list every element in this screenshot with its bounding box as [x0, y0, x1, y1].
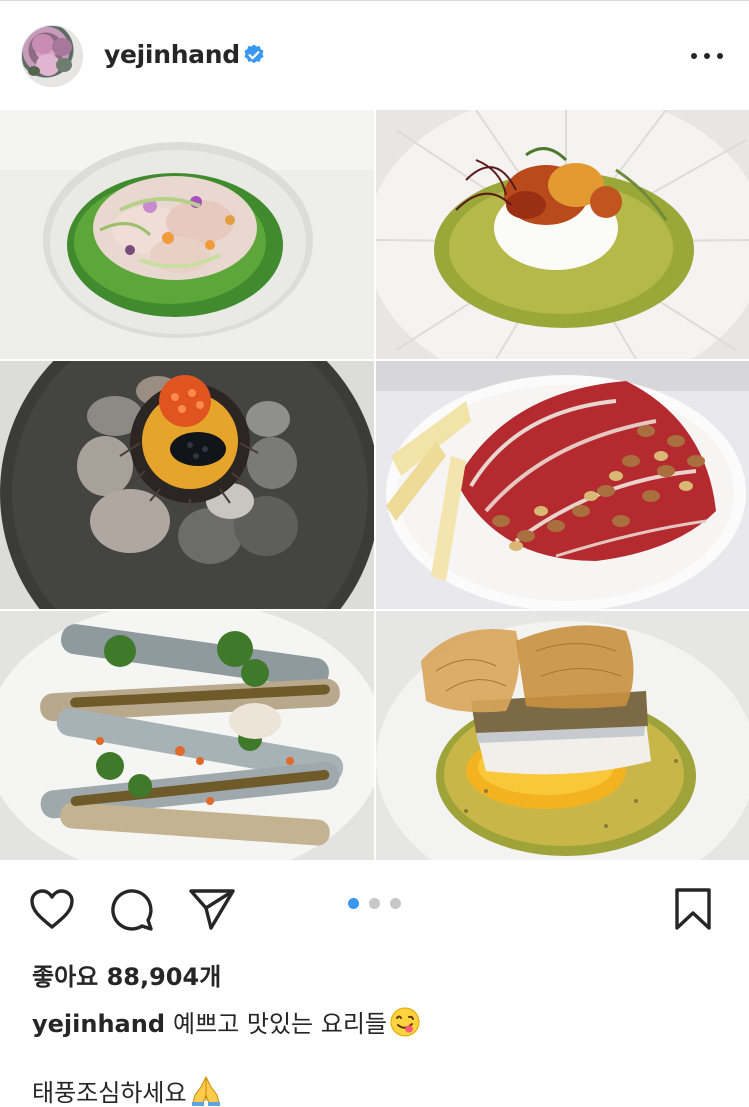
share-icon[interactable]: [188, 887, 236, 935]
caption-line-2-text: 태풍조심하세요: [32, 1079, 187, 1107]
top-divider: [0, 0, 749, 1]
food-image-razor-clams: [0, 611, 374, 860]
food-image-urchin-burrata: [376, 110, 749, 359]
folded-hands-emoji-icon: [189, 1073, 223, 1107]
face-savoring-food-emoji-icon: [389, 1006, 421, 1044]
food-image-fish-crispy: [376, 611, 749, 860]
post-caption: yejinhand 예쁘고 맛있는 요리들: [32, 1004, 421, 1044]
like-count[interactable]: 좋아요 88,904개: [32, 957, 221, 992]
caption-line-2: 태풍조심하세요: [32, 1073, 223, 1107]
food-image-fish-crudo: [0, 110, 374, 359]
carousel-dot: [369, 898, 380, 909]
post-username[interactable]: yejinhand: [104, 40, 240, 69]
carousel-dot-active: [348, 898, 359, 909]
heart-icon[interactable]: [29, 888, 75, 934]
comment-icon[interactable]: [109, 887, 155, 935]
bookmark-icon[interactable]: [674, 887, 712, 935]
carousel-dot: [390, 898, 401, 909]
post-image-grid[interactable]: [0, 110, 749, 860]
more-options-icon[interactable]: [689, 44, 725, 68]
food-image-jamon-plate: [376, 361, 749, 609]
food-image-urchin-stones: [0, 361, 374, 609]
post-header: yejinhand: [0, 8, 749, 104]
verified-badge-icon: [242, 43, 266, 67]
avatar[interactable]: [21, 25, 83, 87]
caption-username[interactable]: yejinhand: [32, 1010, 165, 1038]
caption-text: 예쁘고 맛있는 요리들: [173, 1010, 387, 1038]
